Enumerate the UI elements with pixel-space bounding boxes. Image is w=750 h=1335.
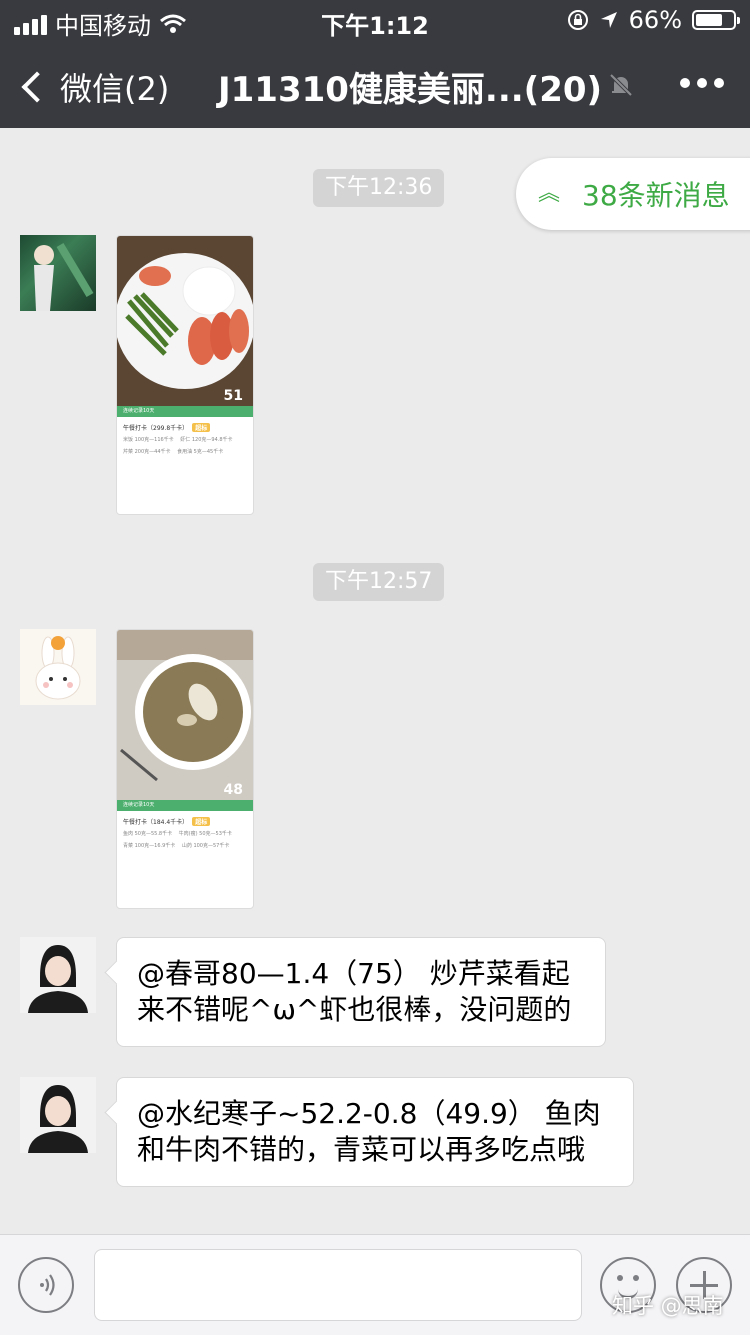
card-line: 米饭 100克—116千卡 虾仁 120克—94.8千卡 (123, 437, 233, 443)
avatar[interactable] (20, 235, 96, 311)
streak-bar: 连续记录10天 (117, 800, 253, 811)
emoji-icon (617, 1275, 623, 1281)
meal-checkin-image[interactable]: 51 连续记录10天 午餐打卡（299.8千卡） 超标 米饭 100克—116千卡… (116, 235, 254, 515)
back-label: 微信(2) (60, 70, 170, 108)
nav-bar: 微信(2) J11310健康美丽...(20) (0, 40, 750, 128)
card-line: 青菜 100克—16.9千卡 山药 100克—57千卡 (123, 843, 230, 849)
battery-percent: 66% (628, 6, 682, 34)
voice-wave-icon (40, 1274, 55, 1296)
timestamp: 下午12:36 (313, 169, 445, 207)
text-message-bubble[interactable]: @水纪寒子~52.2-0.8（49.9） 鱼肉和牛肉不错的，青菜可以再多吃点哦 (116, 1077, 634, 1187)
score-label: 51 (223, 388, 243, 404)
watermark: 知乎 @思南 (612, 1294, 724, 1318)
bunny-avatar-icon (35, 636, 81, 700)
battery-icon (692, 10, 740, 30)
message-input[interactable] (94, 1249, 582, 1321)
streak-bar: 连续记录10天 (117, 406, 253, 417)
new-messages-button[interactable]: ︽ 38条新消息 (516, 158, 750, 230)
voice-input-button[interactable] (18, 1257, 74, 1313)
timestamp: 下午12:57 (313, 563, 445, 601)
chat-title: J11310健康美丽...(20) (218, 70, 603, 110)
food-photo: 48 (117, 630, 253, 800)
dot-icon (680, 78, 690, 88)
double-chevron-up-icon: ︽ (538, 181, 561, 206)
card-title: 午餐打卡（299.8千卡） 超标 (117, 417, 253, 434)
person-photo (28, 945, 88, 1013)
card-title: 午餐打卡（184.4千卡） 超标 (117, 811, 253, 828)
location-icon (600, 12, 617, 28)
new-messages-label: 38条新消息 (582, 179, 730, 212)
dot-icon (697, 78, 707, 88)
person-photo (28, 1085, 88, 1153)
card-line: 鱼肉 50克—55.8千卡 牛肉(瘦) 50克—53千卡 (123, 831, 232, 837)
back-button[interactable]: 微信(2) (18, 64, 169, 110)
mute-bell-icon (609, 73, 633, 97)
meal-checkin-image[interactable]: 48 连续记录10天 午餐打卡（184.4千卡） 超标 鱼肉 50克—55.8千卡… (116, 629, 254, 909)
avatar[interactable] (20, 937, 96, 1013)
more-options-button[interactable] (680, 78, 724, 88)
avatar[interactable] (20, 629, 96, 705)
score-label: 48 (223, 782, 243, 798)
chevron-left-icon (21, 71, 53, 103)
avatar[interactable] (20, 1077, 96, 1153)
food-photo: 51 (117, 236, 253, 406)
dot-icon (714, 78, 724, 88)
text-message-bubble[interactable]: @春哥80—1.4（75） 炒芹菜看起来不错呢^ω^虾也很棒，没问题的 (116, 937, 606, 1047)
rotation-lock-icon (567, 10, 588, 30)
person-photo (34, 242, 94, 311)
card-line: 芹菜 200克—44千卡 食用油 5克—45千卡 (123, 449, 224, 455)
status-bar: 中国移动 下午1:12 66% (0, 0, 750, 40)
